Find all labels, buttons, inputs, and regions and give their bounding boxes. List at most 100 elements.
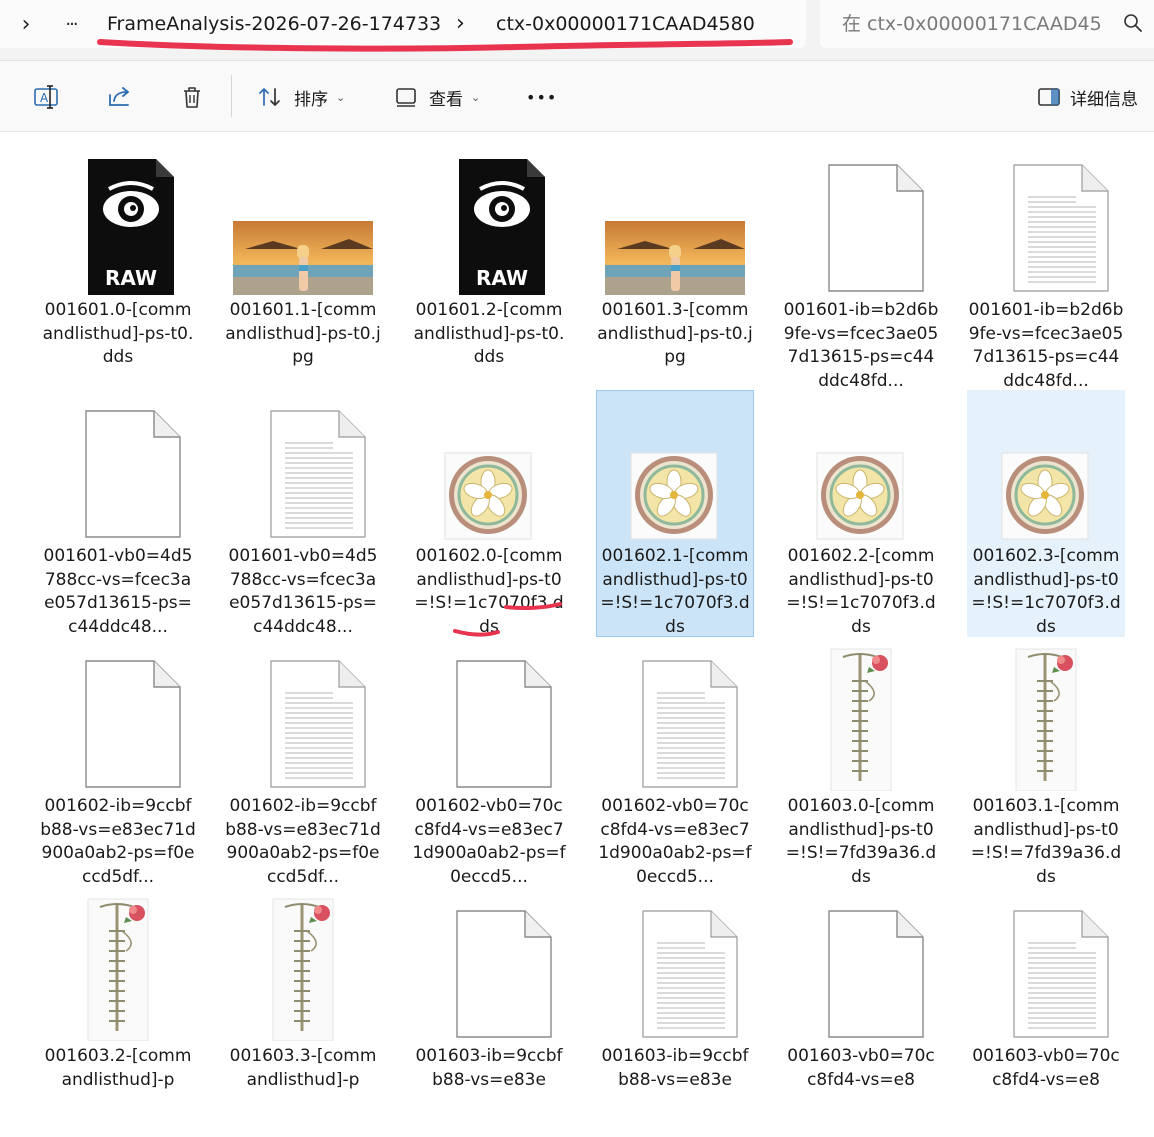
vine-ladder-thumbnail [783, 641, 939, 792]
file-name: 001601.1-[commandlisthud]-ps-t0.jpg [225, 300, 381, 368]
file-item[interactable]: 001601-vb0=4d5788cc-vs=fcec3ae057d13615-… [39, 390, 197, 637]
flower-badge-thumbnail [597, 391, 753, 541]
photo-thumbnail [225, 145, 381, 297]
file-name: 001602.1-[commandlisthud]-ps-t0=!S!=1c70… [600, 546, 750, 637]
text-file-icon [597, 641, 753, 791]
details-pane-button[interactable]: 详细信息 [1036, 81, 1138, 113]
vine-ladder-thumbnail [40, 891, 196, 1042]
file-item[interactable]: 001603.1-[commandlisthud]-ps-t0=!S!=7fd3… [967, 640, 1125, 887]
file-item[interactable]: 001602-ib=9ccbfb88-vs=e83ec71d900a0ab2-p… [224, 640, 382, 887]
file-item[interactable]: 001603-vb0=70cc8fd4-vs=e8 [782, 890, 940, 1137]
file-item[interactable]: 001602-ib=9ccbfb88-vs=e83ec71d900a0ab2-p… [39, 640, 197, 887]
search-input[interactable]: 在 ctx-0x00000171CAAD45 [842, 10, 1102, 38]
file-name: 001603-ib=9ccbfb88-vs=e83e [601, 1046, 749, 1090]
blank-file-icon [411, 891, 567, 1041]
vine-ladder-thumbnail [225, 891, 381, 1042]
text-file-icon [597, 891, 753, 1041]
file-item[interactable]: 001602-vb0=70cc8fd4-vs=e83ec71d900a0ab2-… [410, 640, 568, 887]
flower-badge-thumbnail [968, 391, 1124, 541]
file-item[interactable]: 001603-ib=9ccbfb88-vs=e83e [410, 890, 568, 1137]
photo-thumbnail [597, 145, 753, 297]
breadcrumb: › ··· FrameAnalysis-2026-07-26-174733 › … [0, 0, 806, 52]
view-icon [396, 88, 416, 107]
details-pane-icon [1038, 88, 1060, 106]
view-button[interactable]: 查看 ⌄ [393, 81, 480, 113]
details-label: 详细信息 [1070, 89, 1138, 110]
file-name: 001601-vb0=4d5788cc-vs=fcec3ae057d13615-… [43, 546, 193, 637]
file-name: 001602.0-[commandlisthud]-ps-t0=!S!=1c70… [414, 546, 564, 637]
file-item[interactable]: 001603.3-[commandlisthud]-p [224, 890, 382, 1137]
file-item[interactable]: 001601.3-[commandlisthud]-ps-t0.jpg [596, 144, 754, 391]
text-file-icon [968, 891, 1124, 1041]
file-item[interactable]: RAW 001601.2-[commandlisthud]-ps-t0.dds [410, 144, 568, 391]
file-name: 001602-ib=9ccbfb88-vs=e83ec71d900a0ab2-p… [225, 796, 381, 887]
trash-icon [184, 87, 200, 108]
blank-file-icon [411, 641, 567, 791]
text-file-icon [968, 145, 1124, 295]
search-icon[interactable] [1122, 12, 1144, 34]
file-name: 001602-ib=9ccbfb88-vs=e83ec71d900a0ab2-p… [40, 796, 196, 887]
text-file-icon [225, 391, 381, 541]
file-item[interactable]: 001601-vb0=4d5788cc-vs=fcec3ae057d13615-… [224, 390, 382, 637]
blank-file-icon [40, 641, 196, 791]
command-bar: A 排序 ⌄ 查看 ⌄ ••• 详细信息 [0, 61, 1154, 132]
view-label: 查看 [429, 89, 463, 110]
svg-text:A: A [40, 91, 49, 105]
file-name: 001603.0-[commandlisthud]-ps-t0=!S!=7fd3… [785, 796, 937, 887]
file-grid: RAW 001601.0-[commandlisthud]-ps-t0.dds … [0, 132, 1154, 1090]
raw-icon: RAW [40, 145, 196, 295]
file-name: 001603-vb0=70cc8fd4-vs=e8 [972, 1046, 1120, 1090]
file-item[interactable]: 001602.2-[commandlisthud]-ps-t0=!S!=1c70… [782, 390, 940, 637]
sort-label: 排序 [294, 89, 328, 110]
file-item[interactable]: 001602.3-[commandlisthud]-ps-t0=!S!=1c70… [967, 390, 1125, 637]
file-item[interactable]: 001603-ib=9ccbfb88-vs=e83e [596, 890, 754, 1137]
file-item[interactable]: 001603-vb0=70cc8fd4-vs=e8 [967, 890, 1125, 1137]
rename-button[interactable]: A [32, 81, 60, 113]
vine-ladder-thumbnail [968, 641, 1124, 792]
file-name: 001603.1-[commandlisthud]-ps-t0=!S!=7fd3… [970, 796, 1122, 887]
raw-icon: RAW [411, 145, 567, 295]
file-name: 001602-vb0=70cc8fd4-vs=e83ec71d900a0ab2-… [412, 796, 566, 887]
file-item[interactable]: RAW 001601.0-[commandlisthud]-ps-t0.dds [39, 144, 197, 391]
text-file-icon [225, 641, 381, 791]
breadcrumb-folder[interactable]: FrameAnalysis-2026-07-26-174733 [107, 10, 441, 38]
file-name: 001603-ib=9ccbfb88-vs=e83e [415, 1046, 563, 1090]
file-name: 001601-ib=b2d6b9fe-vs=fcec3ae057d13615-p… [968, 300, 1124, 391]
file-item[interactable]: 001602-vb0=70cc8fd4-vs=e83ec71d900a0ab2-… [596, 640, 754, 887]
file-name: 001603.3-[commandlisthud]-p [229, 1046, 377, 1090]
sort-button[interactable]: 排序 ⌄ [256, 81, 345, 113]
more-options-icon[interactable]: ••• [526, 81, 557, 113]
file-item[interactable]: 001602.0-[commandlisthud]-ps-t0=!S!=1c70… [410, 390, 568, 637]
search-box[interactable]: 在 ctx-0x00000171CAAD45 [820, 0, 1154, 48]
delete-button[interactable] [178, 81, 206, 113]
file-item[interactable]: 001601.1-[commandlisthud]-ps-t0.jpg [224, 144, 382, 391]
blank-file-icon [783, 145, 939, 295]
breadcrumb-separator-icon[interactable]: › [456, 10, 465, 38]
blank-file-icon [783, 891, 939, 1041]
file-name: 001602-vb0=70cc8fd4-vs=e83ec71d900a0ab2-… [598, 796, 752, 887]
file-item[interactable]: 001601-ib=b2d6b9fe-vs=fcec3ae057d13615-p… [782, 144, 940, 391]
expand-chevron-icon[interactable]: › [10, 6, 42, 42]
svg-text:RAW: RAW [105, 266, 157, 290]
chevron-down-icon: ⌄ [471, 90, 481, 104]
file-name: 001601.0-[commandlisthud]-ps-t0.dds [42, 300, 194, 368]
breadcrumb-current[interactable]: ctx-0x00000171CAAD4580 [496, 10, 755, 38]
file-item[interactable]: 001602.1-[commandlisthud]-ps-t0=!S!=1c70… [596, 390, 754, 637]
sort-icon [259, 88, 280, 106]
share-button[interactable] [106, 81, 134, 113]
more-locations-icon[interactable]: ··· [52, 6, 90, 42]
file-item[interactable]: 001603.0-[commandlisthud]-ps-t0=!S!=7fd3… [782, 640, 940, 887]
chevron-down-icon: ⌄ [336, 90, 346, 104]
file-item[interactable]: 001603.2-[commandlisthud]-p [39, 890, 197, 1137]
file-name: 001601.2-[commandlisthud]-ps-t0.dds [413, 300, 565, 368]
file-name: 001602.3-[commandlisthud]-ps-t0=!S!=1c70… [971, 546, 1121, 637]
file-name: 001603.2-[commandlisthud]-p [44, 1046, 192, 1090]
flower-badge-thumbnail [411, 391, 567, 541]
file-name: 001601.3-[commandlisthud]-ps-t0.jpg [597, 300, 753, 368]
file-name: 001603-vb0=70cc8fd4-vs=e8 [787, 1046, 935, 1090]
file-name: 001602.2-[commandlisthud]-ps-t0=!S!=1c70… [786, 546, 936, 637]
file-item[interactable]: 001601-ib=b2d6b9fe-vs=fcec3ae057d13615-p… [967, 144, 1125, 391]
blank-file-icon [40, 391, 196, 541]
flower-badge-thumbnail [783, 391, 939, 541]
file-name: 001601-vb0=4d5788cc-vs=fcec3ae057d13615-… [228, 546, 378, 637]
